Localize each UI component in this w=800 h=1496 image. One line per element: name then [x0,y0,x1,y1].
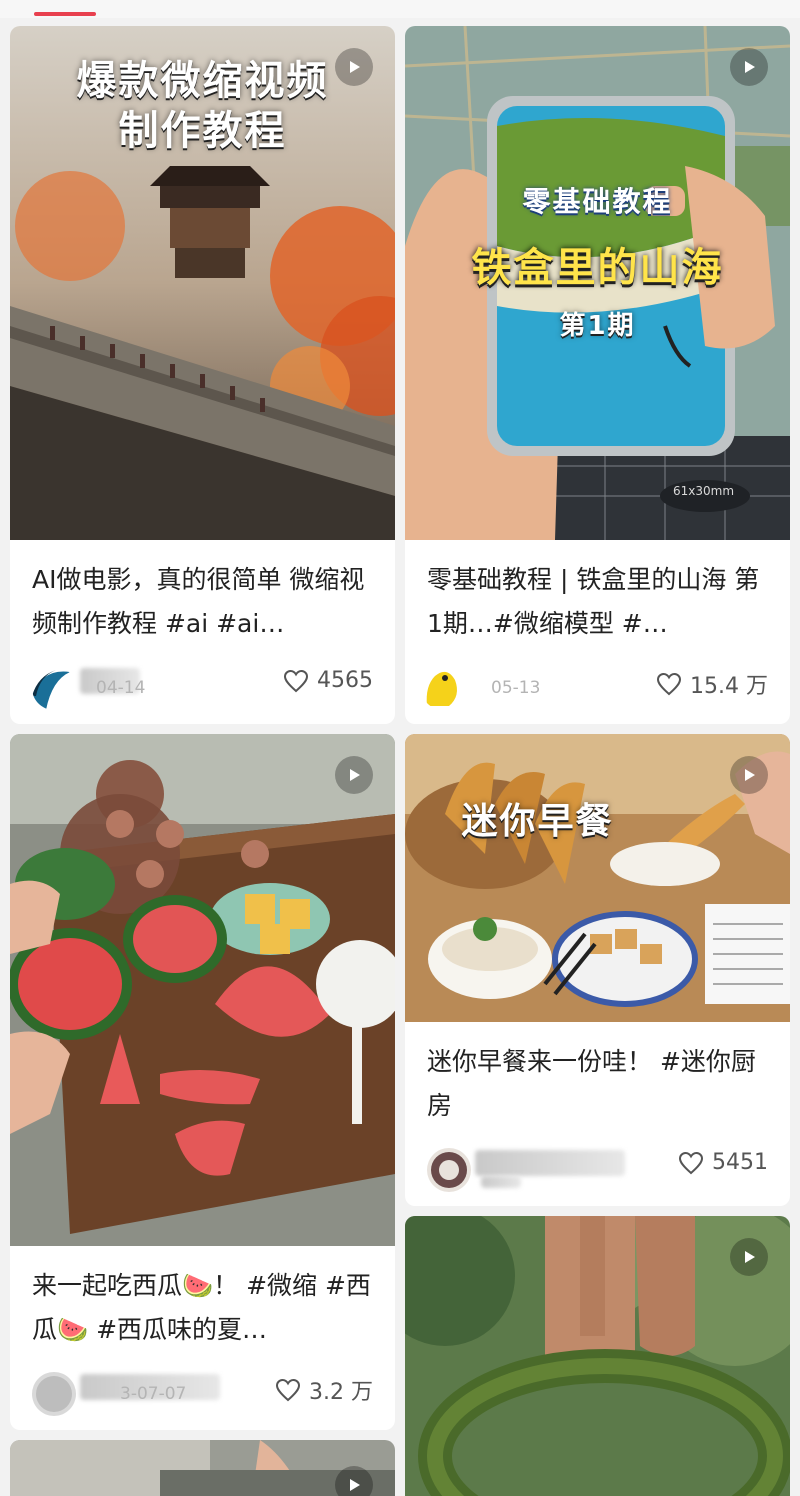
video-thumbnail[interactable] [10,734,395,1246]
post-date: 3-07-07 [120,1384,187,1404]
heart-outline-icon [678,1151,704,1174]
like-button[interactable]: 3.2 万 [275,1374,373,1406]
top-tab-bar [0,0,800,18]
card-title[interactable]: 来一起吃西瓜🍉！ #微缩 #西瓜🍉 #西瓜味的夏… [10,1246,395,1360]
card-meta: 5451 [405,1136,790,1196]
feed-card[interactable]: 来一起吃西瓜🍉！ #微缩 #西瓜🍉 #西瓜味的夏… 3-07-07 3.2 万 [10,734,395,1430]
feed-card[interactable] [405,1216,790,1496]
card-title[interactable]: 迷你早餐来一份哇！ #迷你厨房 [405,1022,790,1136]
heart-outline-icon [657,672,682,696]
overlay-title-line: 制作教程 [118,108,287,154]
post-date: 05-13 [491,678,541,698]
play-icon [335,48,373,86]
video-thumbnail[interactable]: 爆款微缩视频 制作教程 [10,26,395,540]
overlay-title: 铁盒里的山海 [471,245,724,291]
author-name-blurred [481,1176,521,1188]
post-date: 04-14 [96,678,146,698]
cutting-mat-label: 61x30mm [673,484,735,498]
play-icon [335,756,373,794]
overlay-episode: 第1期 [559,311,636,341]
avatar[interactable] [32,1372,76,1416]
avatar[interactable] [427,1148,471,1192]
like-button[interactable]: 15.4 万 [656,668,768,700]
feed-card[interactable] [10,1440,395,1496]
feed-card[interactable]: 爆款微缩视频 制作教程 AI做电影，真的很简单 微缩视频制作教程 #ai #ai… [10,26,395,724]
card-title[interactable]: 零基础教程 | 铁盒里的山海 第1期…#微缩模型 #… [405,540,790,654]
play-icon [730,1238,768,1276]
play-icon [730,756,768,794]
like-count: 3.2 万 [309,1380,373,1405]
card-meta: 04-14 4565 [10,654,395,714]
video-thumbnail[interactable]: 零基础教程 铁盒里的山海 第1期 61x30mm [405,26,790,540]
heart-outline-icon [276,1378,301,1402]
like-count: 15.4 万 [690,674,768,699]
play-icon [730,48,768,86]
card-meta: 05-13 15.4 万 [405,654,790,714]
card-title[interactable]: AI做电影，真的很简单 微缩视频制作教程 #ai #ai… [10,540,395,654]
overlay-subtitle: 零基础教程 [522,185,673,218]
like-button[interactable]: 5451 [678,1150,768,1175]
video-thumbnail[interactable]: 迷你早餐 [405,734,790,1022]
like-button[interactable]: 4565 [283,668,373,693]
feed-card[interactable]: 迷你早餐 迷你早餐来一份哇！ #迷你厨房 5451 [405,734,790,1206]
video-thumbnail[interactable] [10,1440,395,1496]
author-name-blurred [475,1150,625,1176]
avatar[interactable] [32,666,76,710]
thumbnail-image [10,734,395,1246]
like-count: 5451 [712,1150,768,1175]
overlay-title: 迷你早餐 [461,801,614,842]
active-tab-indicator [34,12,96,16]
heart-outline-icon [283,669,309,692]
avatar[interactable] [421,666,465,710]
play-icon [335,1466,373,1496]
video-thumbnail[interactable] [405,1216,790,1496]
feed-card[interactable]: 零基础教程 铁盒里的山海 第1期 61x30mm 零基础教程 | 铁盒里的山海 … [405,26,790,724]
like-count: 4565 [317,668,373,693]
card-meta: 3-07-07 3.2 万 [10,1360,395,1420]
